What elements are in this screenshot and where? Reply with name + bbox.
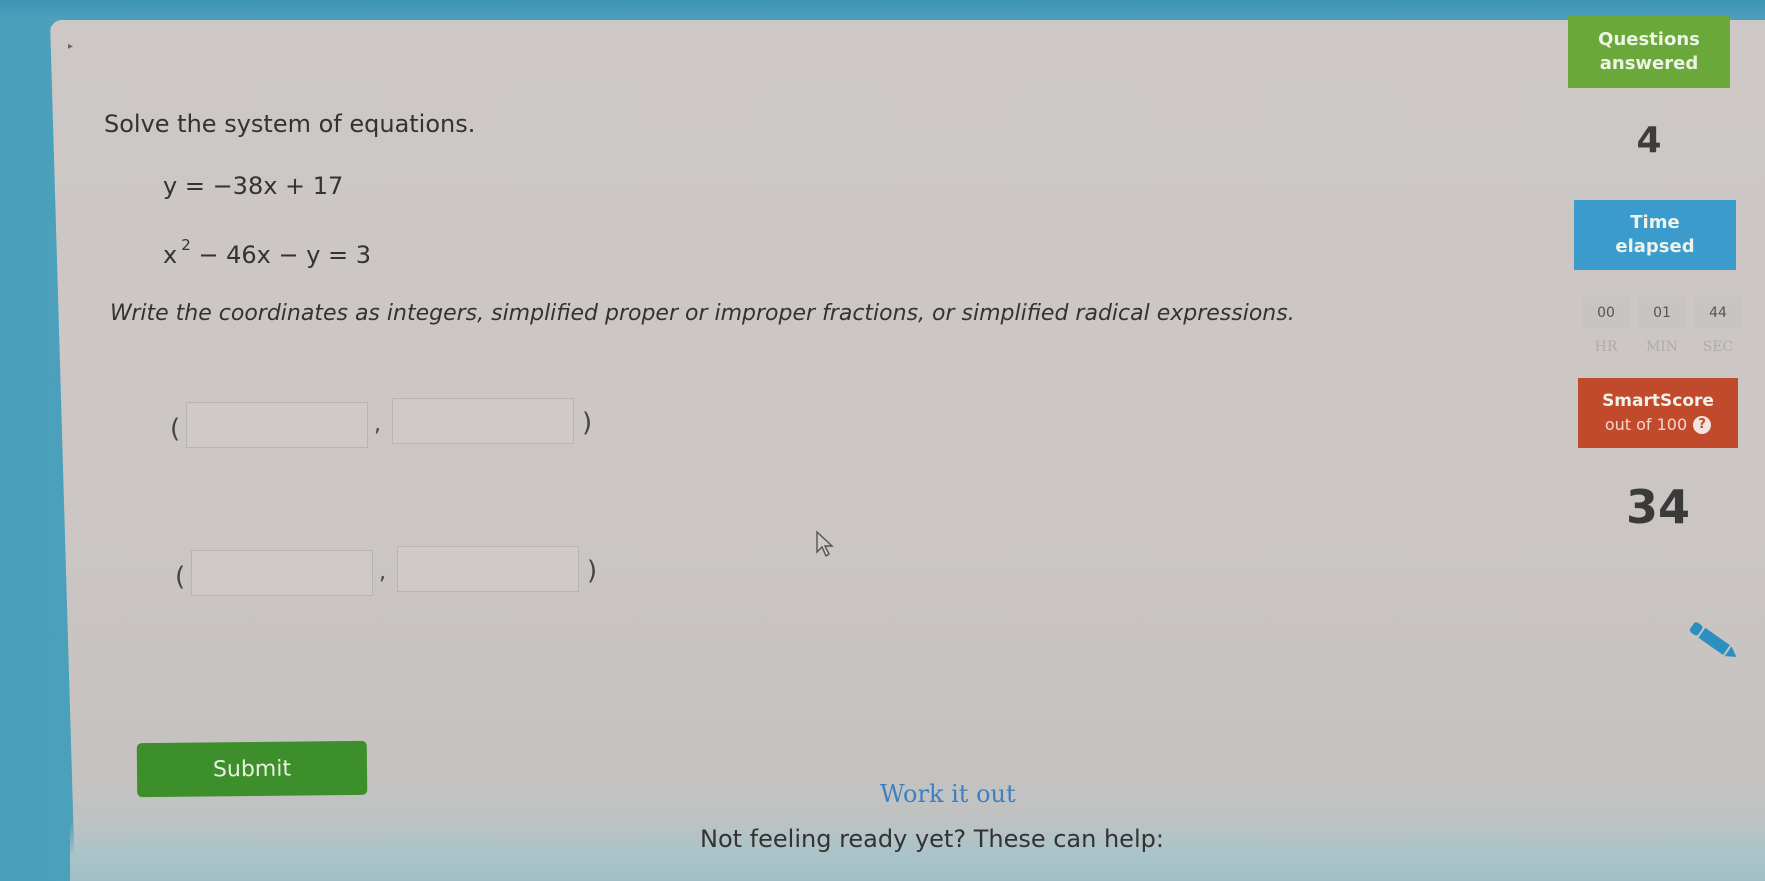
timer-seconds-unit: SEC — [1702, 339, 1734, 355]
y-input-2[interactable] — [397, 546, 579, 592]
equation-2: x2 − 46x − y = 3 — [163, 236, 372, 269]
equation-2-rest: − 46x − y = 3 — [190, 241, 372, 269]
timer-minutes-unit: MIN — [1645, 339, 1679, 355]
smartscore-label: SmartScore out of 100 ? — [1578, 378, 1738, 448]
open-paren: ( — [170, 414, 181, 444]
time-elapsed-line1: Time — [1630, 212, 1680, 233]
equation-2-exponent: 2 — [181, 236, 191, 254]
close-paren: ) — [582, 408, 593, 438]
timer-seconds: 44 — [1694, 297, 1742, 329]
submit-button[interactable]: Submit — [136, 740, 368, 798]
questions-answered-line2: answered — [1599, 53, 1699, 74]
corner-marker-icon: ▸ — [68, 41, 74, 52]
x-input-2[interactable] — [191, 550, 373, 596]
equation-2-base: x — [163, 241, 178, 269]
pencil-icon[interactable] — [1685, 618, 1745, 666]
not-ready-text: Not feeling ready yet? These can help: — [700, 825, 1164, 853]
smartscore-sublabel-row: out of 100 ? — [1604, 413, 1712, 437]
smartscore-sublabel: out of 100 — [1604, 415, 1688, 434]
questions-answered-label: Questions answered — [1568, 16, 1730, 88]
close-paren: ) — [587, 556, 598, 586]
x-input-1[interactable] — [186, 402, 368, 448]
question-title: Solve the system of equations. — [104, 110, 476, 138]
question-circle-icon[interactable]: ? — [1693, 416, 1712, 434]
comma: , — [374, 412, 381, 437]
open-paren: ( — [175, 562, 186, 592]
stats-sidebar: Questions answered 4 Time elapsed 00 01 … — [1560, 0, 1765, 881]
smartscore-title: SmartScore — [1602, 391, 1714, 411]
timer-hours: 00 — [1582, 297, 1630, 329]
questions-answered-line1: Questions — [1598, 29, 1700, 50]
equation-1: y = −38x + 17 — [163, 172, 344, 200]
instructions: Write the coordinates as integers, simpl… — [110, 301, 1295, 326]
time-elapsed-line2: elapsed — [1615, 236, 1695, 257]
work-it-out-link[interactable]: Work it out — [880, 780, 1016, 808]
questions-answered-value: 4 — [1636, 120, 1662, 161]
y-input-1[interactable] — [392, 398, 574, 444]
smartscore-value: 34 — [1625, 480, 1690, 534]
comma: , — [379, 560, 386, 585]
timer-minutes: 01 — [1638, 297, 1686, 329]
window-top-strip — [0, 0, 1765, 20]
arrow-cursor-icon — [816, 530, 834, 558]
time-elapsed-label: Time elapsed — [1574, 200, 1736, 270]
timer-hours-unit: HR — [1594, 339, 1618, 355]
